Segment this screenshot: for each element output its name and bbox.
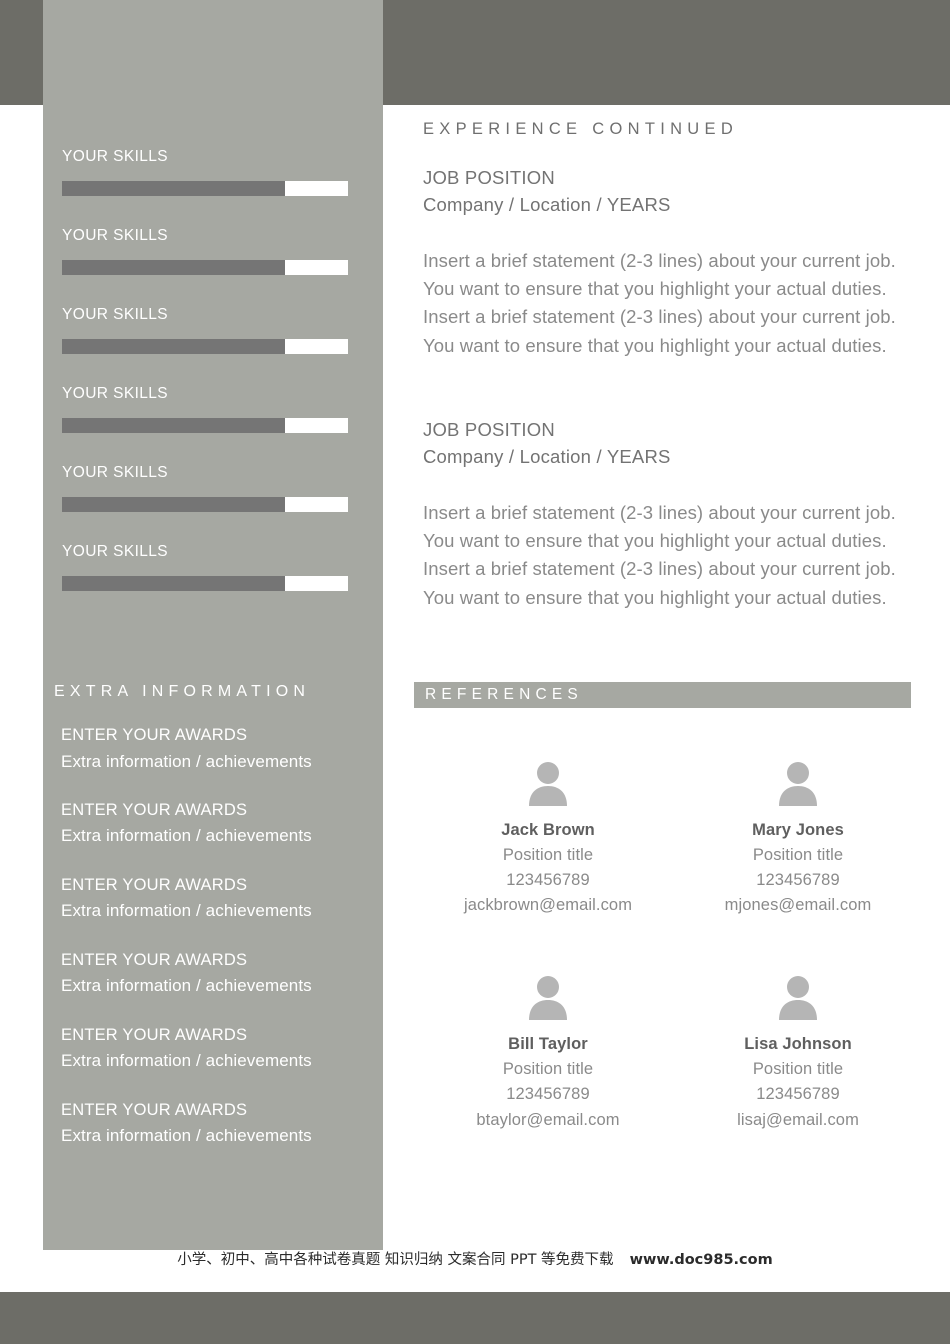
references-grid: Jack Brown Position title 123456789 jack…	[423, 760, 923, 1133]
reference-phone: 123456789	[756, 1085, 840, 1104]
reference-card: Lisa Johnson Position title 123456789 li…	[673, 974, 923, 1132]
skill-label: YOUR SKILLS	[62, 543, 169, 560]
extra-information-list: ENTER YOUR AWARDS Extra information / ac…	[61, 723, 381, 1172]
job-description: Insert a brief statement (2-3 lines) abo…	[423, 499, 913, 612]
reference-position: Position title	[752, 846, 844, 865]
award-item: ENTER YOUR AWARDS Extra information / ac…	[61, 873, 381, 925]
reference-card: Jack Brown Position title 123456789 jack…	[423, 760, 673, 918]
job-description-line: Insert a brief statement (2-3 lines) abo…	[423, 249, 896, 271]
skill-fill	[62, 497, 286, 512]
footer-watermark: 小学、初中、高中各种试卷真题 知识归纳 文案合同 PPT 等免费下载 www.do…	[0, 1248, 950, 1269]
award-item: ENTER YOUR AWARDS Extra information / ac…	[61, 948, 381, 1000]
skill-item: YOUR SKILLS	[62, 227, 348, 275]
skill-item: YOUR SKILLS	[62, 543, 348, 591]
skill-item: YOUR SKILLS	[62, 464, 348, 512]
skill-fill	[62, 418, 286, 433]
award-title: ENTER YOUR AWARDS	[61, 950, 248, 969]
skill-label: YOUR SKILLS	[62, 385, 169, 402]
skill-fill	[62, 339, 286, 354]
skill-track	[62, 260, 348, 275]
reference-email: mjones@email.com	[724, 896, 872, 915]
reference-card: Bill Taylor Position title 123456789 bta…	[423, 974, 673, 1132]
skill-track	[62, 181, 348, 196]
job-description-line: Insert a brief statement (2-3 lines) abo…	[423, 558, 896, 580]
person-avatar-icon	[779, 762, 817, 806]
job-title: JOB POSITION	[423, 418, 555, 440]
reference-email: btaylor@email.com	[476, 1110, 620, 1129]
reference-position: Position title	[752, 1060, 844, 1079]
footer-text: 小学、初中、高中各种试卷真题 知识归纳 文案合同 PPT 等免费下载	[177, 1252, 614, 1268]
job-entry: JOB POSITION Company / Location / YEARS …	[423, 416, 913, 612]
skill-track	[62, 576, 348, 591]
skill-fill	[62, 260, 286, 275]
reference-phone: 123456789	[506, 1085, 590, 1104]
references-heading: REFERENCES	[425, 686, 583, 703]
reference-card: Mary Jones Position title 123456789 mjon…	[673, 760, 923, 918]
skill-label: YOUR SKILLS	[62, 464, 169, 481]
person-avatar-icon	[529, 762, 567, 806]
experience-list: JOB POSITION Company / Location / YEARS …	[423, 164, 913, 668]
skills-section: YOUR SKILLS YOUR SKILLS YOUR SKILLS YOUR…	[62, 148, 348, 622]
award-title: ENTER YOUR AWARDS	[61, 1025, 248, 1044]
reference-name: Lisa Johnson	[744, 1035, 852, 1054]
skill-track	[62, 497, 348, 512]
award-title: ENTER YOUR AWARDS	[61, 1100, 248, 1119]
reference-name: Mary Jones	[752, 821, 844, 839]
reference-phone: 123456789	[506, 871, 590, 890]
award-item: ENTER YOUR AWARDS Extra information / ac…	[61, 1098, 381, 1150]
award-item: ENTER YOUR AWARDS Extra information / ac…	[61, 723, 381, 775]
award-title: ENTER YOUR AWARDS	[61, 726, 248, 744]
skill-track	[62, 418, 348, 433]
job-description-line: You want to ensure that you highlight yo…	[423, 334, 887, 356]
award-title: ENTER YOUR AWARDS	[61, 800, 248, 819]
reference-email: lisaj@email.com	[737, 1110, 859, 1129]
skill-label: YOUR SKILLS	[62, 306, 169, 323]
award-item: ENTER YOUR AWARDS Extra information / ac…	[61, 798, 381, 850]
job-description-line: You want to ensure that you highlight yo…	[423, 278, 887, 300]
award-item: ENTER YOUR AWARDS Extra information / ac…	[61, 1023, 381, 1075]
job-description-line: Insert a brief statement (2-3 lines) abo…	[423, 306, 896, 328]
bottom-color-band	[0, 1292, 950, 1344]
skill-track	[62, 339, 348, 354]
job-entry: JOB POSITION Company / Location / YEARS …	[423, 164, 913, 360]
skill-fill	[62, 181, 286, 196]
references-heading-bar: REFERENCES	[414, 682, 911, 708]
award-subtitle: Extra information / achievements	[61, 1126, 312, 1146]
reference-email: jackbrown@email.com	[463, 896, 633, 915]
experience-heading: EXPERIENCE CONTINUED	[423, 120, 739, 138]
footer-url: www.doc985.com	[629, 1252, 773, 1268]
skill-label: YOUR SKILLS	[62, 227, 169, 244]
job-description: Insert a brief statement (2-3 lines) abo…	[423, 247, 913, 360]
sidebar-panel: YOUR SKILLS YOUR SKILLS YOUR SKILLS YOUR…	[43, 0, 383, 1250]
award-subtitle: Extra information / achievements	[61, 751, 312, 771]
job-description-line: You want to ensure that you highlight yo…	[423, 529, 887, 551]
skill-item: YOUR SKILLS	[62, 306, 348, 354]
reference-phone: 123456789	[756, 871, 840, 890]
job-description-line: Insert a brief statement (2-3 lines) abo…	[423, 501, 896, 523]
person-avatar-icon	[779, 976, 817, 1021]
job-description-line: You want to ensure that you highlight yo…	[423, 586, 887, 608]
reference-name: Bill Taylor	[508, 1035, 588, 1054]
reference-position: Position title	[502, 846, 594, 865]
award-title: ENTER YOUR AWARDS	[61, 875, 248, 894]
job-meta: Company / Location / YEARS	[423, 194, 671, 216]
award-subtitle: Extra information / achievements	[61, 976, 312, 996]
reference-name: Jack Brown	[501, 821, 595, 839]
award-subtitle: Extra information / achievements	[61, 1051, 312, 1071]
skill-item: YOUR SKILLS	[62, 148, 348, 196]
award-subtitle: Extra information / achievements	[61, 901, 312, 921]
skill-fill	[62, 576, 286, 591]
extra-information-heading: EXTRA INFORMATION	[54, 683, 311, 700]
skill-label: YOUR SKILLS	[62, 148, 169, 165]
person-avatar-icon	[529, 976, 567, 1021]
award-subtitle: Extra information / achievements	[61, 826, 312, 846]
reference-position: Position title	[502, 1060, 594, 1079]
skill-item: YOUR SKILLS	[62, 385, 348, 433]
job-meta: Company / Location / YEARS	[423, 446, 671, 468]
job-title: JOB POSITION	[423, 167, 555, 188]
